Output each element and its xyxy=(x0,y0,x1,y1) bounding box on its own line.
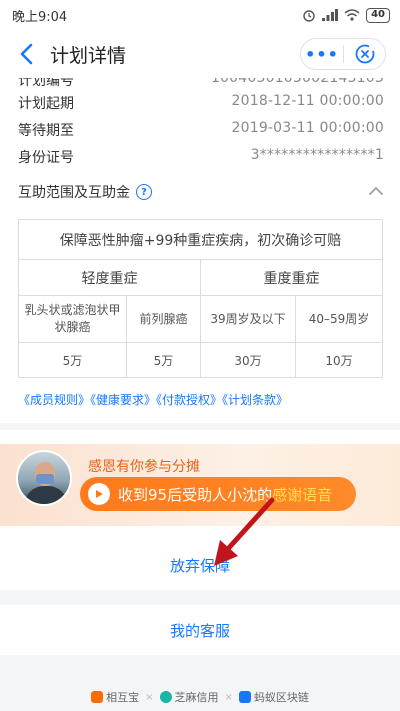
chevron-left-icon xyxy=(20,43,33,65)
voice-message-main: 收到95后受助人小沈的 xyxy=(118,485,273,504)
condition-cell: 前列腺癌 xyxy=(126,295,201,343)
banner-title: 感恩有你参与分摊 xyxy=(88,459,200,475)
table-headline: 保障恶性肿瘤+99种重症疾病，初次确诊可赔 xyxy=(18,219,383,260)
zhima-logo-icon xyxy=(159,691,172,703)
wifi-icon xyxy=(344,9,360,21)
customer-service-label: 我的客服 xyxy=(169,621,230,640)
detail-row-plan-number: 计划编号 1004030103002143103 xyxy=(18,78,384,90)
detail-value: 2019-03-11 00:00:00 xyxy=(231,120,384,136)
brand-label: 相互宝 xyxy=(106,691,140,704)
avatar-body xyxy=(24,486,68,504)
link-plan-terms[interactable]: 《计划条款》 xyxy=(222,393,288,407)
benefit-table: 保障恶性肿瘤+99种重症疾病，初次确诊可赔 轻度重症 重度重症 乳头状或滤泡状甲… xyxy=(18,219,383,378)
brand-label: 芝麻信用 xyxy=(174,691,219,704)
plan-detail-card: 计划编号 1004030103002143103 计划起期 2018-12-11… xyxy=(0,78,400,423)
voice-message-highlight: 感谢语音 xyxy=(272,485,333,504)
amount-cell: 5万 xyxy=(126,342,201,378)
brand-antchain: 蚂蚁区块链 xyxy=(238,689,309,705)
detail-label: 身份证号 xyxy=(18,150,74,166)
nav-bar: 计划详情 ••• xyxy=(0,30,400,78)
banner-section: 感恩有你参与分摊 收到95后受助人小沈的感谢语音 xyxy=(0,430,400,540)
brand-separator: × xyxy=(224,691,233,703)
abandon-coverage-button[interactable]: 放弃保障 xyxy=(0,540,400,590)
mini-app-capsule: ••• xyxy=(300,38,386,70)
close-button[interactable] xyxy=(344,43,385,65)
voice-message-button[interactable]: 收到95后受助人小沈的感谢语音 xyxy=(80,477,356,511)
link-health-requirements[interactable]: 《健康要求》 xyxy=(90,393,156,407)
coverage-section-header[interactable]: 互助范围及互助金 ? xyxy=(18,182,384,202)
avatar-mask xyxy=(36,474,54,484)
amount-cell: 5万 xyxy=(18,342,127,378)
more-button[interactable]: ••• xyxy=(301,45,343,64)
detail-row-waiting-period: 等待期至 2019-03-11 00:00:00 xyxy=(18,120,384,140)
help-icon[interactable]: ? xyxy=(136,184,152,200)
customer-service-button[interactable]: 我的客服 xyxy=(0,605,400,655)
section-title: 互助范围及互助金 xyxy=(18,185,130,201)
xianghubao-logo-icon xyxy=(91,691,104,703)
avatar xyxy=(16,450,72,506)
document-links: 《成员规则》《健康要求》《付款授权》《计划条款》 xyxy=(18,391,384,408)
brand-zhima: 芝麻信用 xyxy=(159,689,219,705)
close-target-icon xyxy=(355,44,374,64)
voice-message-text: 收到95后受助人小沈的感谢语音 xyxy=(118,484,332,505)
play-icon xyxy=(88,483,110,505)
signal-icon xyxy=(322,9,339,21)
brand-separator: × xyxy=(145,691,154,703)
status-bar: 晚上9:04 40 xyxy=(0,0,400,30)
thanks-banner[interactable]: 感恩有你参与分摊 收到95后受助人小沈的感谢语音 xyxy=(0,444,400,526)
abandon-coverage-label: 放弃保障 xyxy=(169,556,230,575)
tier-mild: 轻度重症 xyxy=(18,259,201,296)
brand-label: 蚂蚁区块链 xyxy=(253,691,309,704)
back-button[interactable] xyxy=(6,30,46,78)
detail-label: 计划编号 xyxy=(18,78,74,89)
brand-xianghubao: 相互宝 xyxy=(91,689,139,705)
alarm-icon xyxy=(303,10,315,22)
link-payment-authorization[interactable]: 《付款授权》 xyxy=(156,393,222,407)
footer-brands: 相互宝 × 芝麻信用 × 蚂蚁区块链 xyxy=(0,683,400,711)
amount-cell: 10万 xyxy=(295,342,383,378)
link-member-rules[interactable]: 《成员规则》 xyxy=(18,393,90,407)
detail-label: 等待期至 xyxy=(18,123,74,139)
detail-value: 1004030103002143103 xyxy=(210,78,384,86)
condition-cell: 39周岁及以下 xyxy=(200,295,296,343)
detail-value: 3****************1 xyxy=(250,147,384,163)
chevron-up-icon[interactable] xyxy=(368,186,384,196)
amount-cell: 30万 xyxy=(200,342,296,378)
detail-row-id-number: 身份证号 3****************1 xyxy=(18,147,384,167)
condition-cell: 乳头状或滤泡状甲状腺癌 xyxy=(18,295,127,343)
detail-label: 计划起期 xyxy=(18,96,74,112)
tier-severe: 重度重症 xyxy=(200,259,383,296)
antchain-logo-icon xyxy=(238,691,251,703)
status-time: 晚上9:04 xyxy=(12,9,68,25)
condition-cell: 40–59周岁 xyxy=(295,295,383,343)
battery-icon: 40 xyxy=(366,7,390,23)
detail-value: 2018-12-11 00:00:00 xyxy=(231,93,384,109)
status-icons: 40 xyxy=(302,7,390,23)
page-title: 计划详情 xyxy=(50,44,127,67)
detail-row-start-date: 计划起期 2018-12-11 00:00:00 xyxy=(18,93,384,113)
